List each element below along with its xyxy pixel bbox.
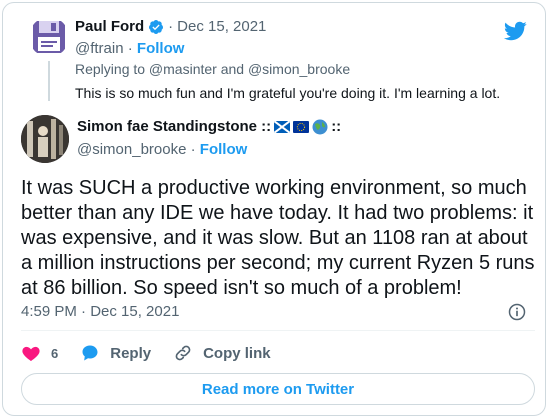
tweet-card: Paul Ford · Dec 15, 2021 @ftrain · Follo… [2, 2, 546, 416]
parent-handle-row: @ftrain · Follow [75, 40, 184, 57]
main-handle-row: @simon_brooke · Follow [77, 141, 247, 158]
author-handle[interactable]: @ftrain [75, 40, 124, 57]
tweet-timestamp[interactable]: 4:59 PM · Dec 15, 2021 [21, 303, 179, 320]
author-name[interactable]: Paul Ford [75, 18, 144, 35]
replying-to: Replying to @masinter and @simon_brooke [75, 61, 351, 77]
name-suffix: :: [331, 118, 342, 135]
reply-button[interactable]: Reply [80, 343, 151, 363]
verified-icon [149, 19, 164, 34]
thread-line [48, 61, 50, 101]
follow-button[interactable]: Follow [200, 141, 248, 158]
action-bar: 6 Reply Copy link [21, 343, 293, 363]
copy-link-button[interactable]: Copy link [173, 343, 271, 363]
reply-bubble-icon [82, 345, 98, 361]
read-more-button[interactable]: Read more on Twitter [21, 373, 535, 405]
avatar[interactable] [21, 115, 69, 163]
like-count: 6 [51, 345, 59, 361]
parent-text: This is so much fun and I'm grateful you… [75, 85, 501, 101]
heart-icon [22, 346, 40, 361]
globe-icon [312, 119, 328, 134]
copy-link-label: Copy link [203, 344, 271, 362]
follow-button[interactable]: Follow [137, 40, 185, 57]
like-button[interactable]: 6 [21, 343, 58, 363]
eu-flag-icon [293, 120, 310, 133]
separator-dot: · [168, 18, 174, 35]
main-header: Simon fae Standingstone :: :: [77, 118, 341, 135]
parent-date[interactable]: Dec 15, 2021 [177, 18, 266, 35]
author-handle[interactable]: @simon_brooke [77, 141, 186, 158]
link-icon [175, 345, 191, 361]
info-icon[interactable] [507, 302, 527, 322]
author-name[interactable]: Simon fae Standingstone :: [77, 118, 271, 135]
divider [21, 330, 535, 331]
tweet-text: It was SUCH a productive working environ… [21, 177, 535, 299]
reply-label: Reply [110, 344, 152, 362]
separator-dot: · [127, 40, 137, 57]
avatar[interactable] [29, 17, 69, 57]
parent-header: Paul Ford · Dec 15, 2021 [75, 18, 266, 35]
twitter-bird-icon[interactable] [503, 19, 527, 43]
scotland-flag-icon [274, 120, 291, 133]
separator-dot: · [190, 141, 200, 158]
